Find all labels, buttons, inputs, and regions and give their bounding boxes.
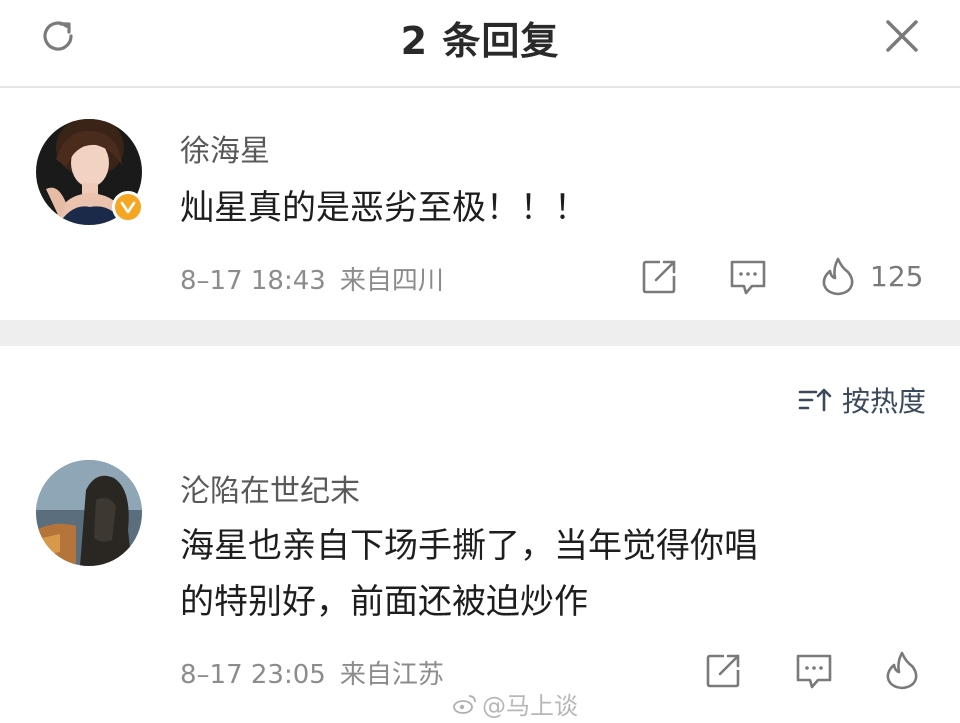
comment-icon [796, 654, 832, 689]
share-icon [706, 654, 740, 688]
avatar[interactable] [36, 460, 142, 566]
like-button[interactable]: 125 [820, 256, 923, 296]
comment-text-line: 的特别好，前面还被迫炒作 [180, 582, 588, 622]
comment-text: 海星也亲自下场手撕了，当年觉得你唱 的特别好，前面还被迫炒作 [180, 518, 758, 630]
avatar[interactable] [36, 119, 144, 225]
comment-time: 8–17 18:43 [180, 266, 326, 296]
comment-meta: 8–17 18:43 来自四川 [180, 260, 444, 297]
reply-panel: 2 条回复 徐海星 灿星真的是恶劣至极！！！ 8–17 18:43 来自四川 1… [0, 0, 960, 723]
comment-location: 来自江苏 [339, 660, 444, 690]
comment-icon [730, 260, 766, 295]
like-button[interactable] [884, 650, 920, 690]
flame-icon [886, 651, 918, 690]
reply-button[interactable] [794, 652, 834, 690]
section-divider [0, 320, 960, 346]
comment-location: 来自四川 [339, 266, 444, 296]
comment-text: 灿星真的是恶劣至极！！！ [180, 180, 588, 236]
sort-label: 按热度 [841, 385, 926, 418]
comment-username[interactable]: 徐海星 [180, 126, 270, 170]
share-button[interactable] [704, 652, 742, 690]
comment-meta: 8–17 23:05 来自江苏 [180, 654, 444, 691]
comment-text-line: 海星也亲自下场手撕了，当年觉得你唱 [180, 526, 758, 566]
weibo-logo-icon [453, 694, 476, 714]
comment-time: 8–17 23:05 [180, 660, 326, 690]
share-icon [642, 260, 676, 294]
reply-button[interactable] [728, 258, 768, 296]
share-button[interactable] [640, 258, 678, 296]
verified-badge-icon [112, 191, 144, 223]
flame-icon [822, 257, 854, 296]
watermark: @马上谈 [452, 686, 578, 721]
header-bar: 2 条回复 [0, 0, 960, 88]
watermark-text: @马上谈 [482, 692, 578, 720]
close-button[interactable] [880, 14, 924, 58]
comment-text-line: 灿星真的是恶劣至极！！！ [180, 188, 588, 228]
like-count: 125 [870, 259, 924, 293]
comment-username[interactable]: 沦陷在世纪末 [180, 466, 360, 510]
sort-icon [798, 388, 832, 412]
close-icon [886, 20, 918, 52]
sort-by-hot-button[interactable]: 按热度 [798, 380, 926, 420]
page-title: 2 条回复 [400, 19, 560, 63]
